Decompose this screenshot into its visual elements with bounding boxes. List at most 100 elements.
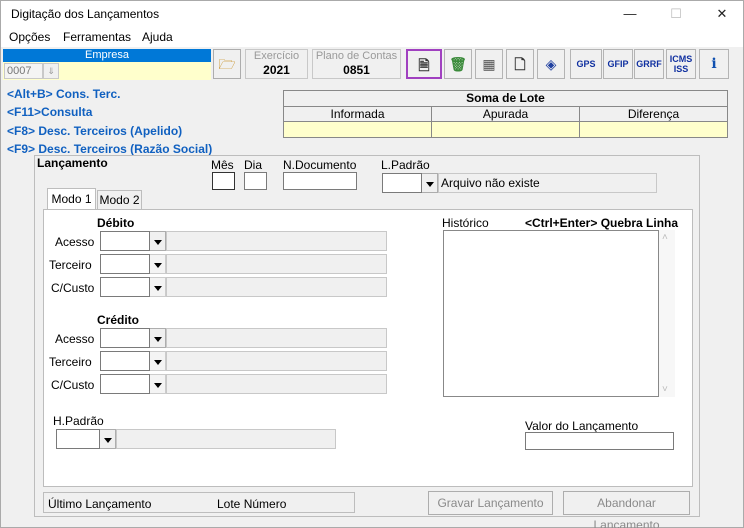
empresa-down-icon[interactable]: ⇓ (43, 63, 59, 79)
plano-value: 0851 (343, 63, 370, 77)
lpadrao-dropdown-icon[interactable] (422, 173, 438, 193)
credito-acesso-label: Acesso (55, 332, 95, 346)
lote-diferenca-value (580, 122, 727, 137)
toolbar-document-edit-button[interactable]: 🗎 (406, 49, 442, 79)
exercicio-value: 2021 (263, 63, 290, 77)
ndocumento-input[interactable] (283, 172, 357, 190)
toolbar-calculator-button[interactable]: ▦ (475, 49, 503, 79)
lpadrao-description: Arquivo não existe (438, 173, 657, 193)
info-icon: i (711, 56, 717, 72)
shortcut-desc-razao: <F9> Desc. Terceiros (Razão Social) (7, 142, 213, 156)
debito-acesso-input[interactable] (100, 231, 150, 251)
toolbar-new-page-button[interactable]: 🗋 (506, 49, 534, 79)
dia-label: Dia (244, 158, 263, 172)
status-box: Último Lançamento Lote Número (43, 492, 355, 513)
empresa-header: Empresa (3, 49, 211, 62)
valor-label: Valor do Lançamento (525, 419, 639, 433)
title-bar: Digitação dos Lançamentos — ☐ ✕ (1, 1, 743, 27)
toolbar-info-button[interactable]: i (699, 49, 729, 79)
minimize-button[interactable]: — (607, 1, 653, 27)
menu-ajuda[interactable]: Ajuda (142, 30, 173, 44)
close-button[interactable]: ✕ (699, 1, 744, 27)
calculator-icon: ▦ (482, 56, 496, 72)
lote-col-informada: Informada (284, 107, 432, 122)
main-window: Digitação dos Lançamentos — ☐ ✕ Opções F… (0, 0, 744, 528)
mes-label: Mês (211, 158, 234, 172)
historico-scrollbar[interactable]: ˄ ˅ (659, 230, 675, 397)
ndocumento-label: N.Documento (283, 158, 357, 172)
toolbar-gfip-button[interactable]: GFIP (603, 49, 633, 79)
credito-ccusto-description (166, 374, 387, 394)
toolbar-gps-button[interactable]: GPS (570, 49, 602, 79)
scroll-down-icon[interactable]: ˅ (662, 384, 668, 395)
toolbar-diamond-button[interactable]: ◈ (537, 49, 565, 79)
credito-terceiro-label: Terceiro (49, 355, 92, 369)
debito-title: Débito (97, 216, 135, 230)
debito-acesso-label: Acesso (55, 235, 95, 249)
lote-apurada-value (432, 122, 580, 137)
credito-terceiro-dropdown-icon[interactable] (150, 351, 166, 371)
debito-terceiro-input[interactable] (100, 254, 150, 274)
toolbar-icms-iss-button[interactable]: ICMS ISS (666, 49, 696, 79)
debito-acesso-dropdown-icon[interactable] (150, 231, 166, 251)
window-title: Digitação dos Lançamentos (11, 7, 160, 21)
credito-acesso-dropdown-icon[interactable] (150, 328, 166, 348)
toolbar-grrf-button[interactable]: GRRF (634, 49, 664, 79)
lote-informada-value (284, 122, 432, 137)
lote-numero-label: Lote Número (217, 497, 287, 511)
historico-textarea[interactable] (443, 230, 659, 397)
debito-ccusto-label: C/Custo (51, 281, 95, 295)
menu-opcoes[interactable]: Opções (9, 30, 50, 44)
lpadrao-input[interactable] (382, 173, 422, 193)
open-folder-button[interactable]: 🗁 (213, 49, 241, 79)
plano-label: Plano de Contas (315, 50, 398, 62)
valor-input[interactable] (525, 432, 674, 450)
dia-input[interactable] (244, 172, 267, 190)
hpadrao-dropdown-icon[interactable] (100, 429, 116, 449)
credito-ccusto-input[interactable] (100, 374, 150, 394)
document-edit-icon: 🗎 (418, 57, 430, 73)
gravar-lancamento-button[interactable]: Gravar Lançamento (428, 491, 553, 515)
empresa-code-field[interactable]: 0007 (4, 63, 43, 79)
tab-modo-1[interactable]: Modo 1 (47, 188, 96, 210)
debito-ccusto-dropdown-icon[interactable] (150, 277, 166, 297)
debito-terceiro-dropdown-icon[interactable] (150, 254, 166, 274)
credito-acesso-description (166, 328, 387, 348)
shortcut-desc-apelido: <F8> Desc. Terceiros (Apelido) (7, 124, 183, 138)
lpadrao-label: L.Padrão (381, 158, 430, 172)
credito-ccusto-label: C/Custo (51, 378, 95, 392)
tab-modo-1-label: Modo 1 (51, 192, 92, 206)
maximize-button[interactable]: ☐ (653, 1, 699, 27)
plano-box: Plano de Contas 0851 (312, 49, 401, 79)
debito-ccusto-input[interactable] (100, 277, 150, 297)
lancamento-title: Lançamento (37, 156, 108, 170)
toolbar-recycle-button[interactable]: 🗑 (444, 49, 472, 79)
shortcut-cons-terc: <Alt+B> Cons. Terc. (7, 87, 121, 101)
hpadrao-description (116, 429, 336, 449)
lote-col-apurada: Apurada (432, 107, 580, 122)
debito-acesso-description (166, 231, 387, 251)
diamond-icon: ◈ (545, 56, 557, 72)
debito-terceiro-label: Terceiro (49, 258, 92, 272)
menu-bar: Opções Ferramentas Ajuda (1, 27, 743, 47)
soma-lote-title: Soma de Lote (284, 91, 727, 107)
tab-modo-2[interactable]: Modo 2 (97, 190, 142, 210)
credito-terceiro-input[interactable] (100, 351, 150, 371)
credito-ccusto-dropdown-icon[interactable] (150, 374, 166, 394)
debito-ccusto-description (166, 277, 387, 297)
shortcut-consulta: <F11>Consulta (7, 105, 93, 119)
hpadrao-input[interactable] (56, 429, 100, 449)
exercicio-box: Exercício 2021 (245, 49, 308, 79)
exercicio-label: Exercício (253, 50, 300, 62)
hpadrao-label: H.Padrão (53, 414, 104, 428)
ultimo-lancamento-label: Último Lançamento (48, 497, 152, 511)
credito-acesso-input[interactable] (100, 328, 150, 348)
folder-icon: 🗁 (218, 56, 236, 72)
debito-terceiro-description (166, 254, 387, 274)
credito-terceiro-description (166, 351, 387, 371)
blank-page-icon: 🗋 (514, 56, 526, 72)
menu-ferramentas[interactable]: Ferramentas (63, 30, 131, 44)
abandonar-lancamento-button[interactable]: Abandonar Lançamento (563, 491, 690, 528)
scroll-up-icon[interactable]: ˄ (662, 232, 668, 243)
mes-input[interactable] (212, 172, 235, 190)
